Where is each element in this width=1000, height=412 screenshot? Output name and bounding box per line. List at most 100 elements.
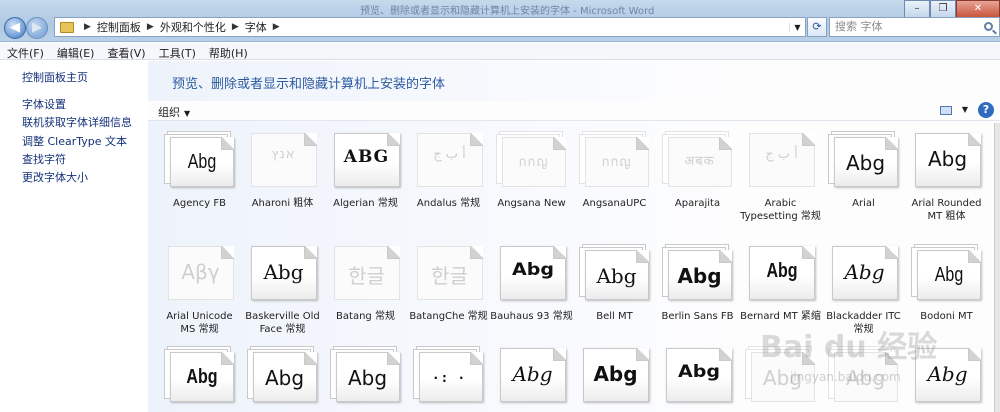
font-grid: Abg Agency FB אנץ Aharoni 粗体 ABG Algeria…: [148, 123, 994, 412]
font-sample: Abg: [264, 366, 305, 390]
menu-help[interactable]: 帮助(H): [202, 43, 254, 60]
menu-edit[interactable]: 编辑(E): [50, 43, 101, 60]
view-dropdown-icon[interactable]: ▼: [962, 105, 968, 114]
font-tile[interactable]: أ ب ج Andalus 常规: [407, 131, 490, 210]
page-title: 预览、删除或者显示和隐藏计算机上安装的字体: [172, 77, 446, 92]
font-tile[interactable]: Abg Bodoni MT: [905, 244, 988, 323]
left-pane: 控制面板主页 字体设置 联机获取字体详细信息 调整 ClearType 文本 查…: [0, 61, 148, 412]
address-bar[interactable]: ▶ 控制面板 ▶ 外观和个性化 ▶ 字体 ▶ ▼: [54, 17, 806, 37]
font-tile[interactable]: Abg Baskerville Old Face 常规: [241, 244, 324, 336]
font-tile[interactable]: Abg: [158, 346, 241, 404]
font-sample: Abg: [347, 366, 388, 390]
back-button[interactable]: ◀: [4, 17, 26, 39]
font-name: Bell MT: [596, 311, 633, 322]
find-character-link[interactable]: 查找字符: [22, 151, 66, 167]
help-icon[interactable]: ?: [978, 102, 994, 118]
font-tile[interactable]: Abg Arial Rounded MT 粗体: [905, 131, 988, 223]
font-name: Andalus 常规: [416, 198, 481, 209]
font-name: Algerian 常规: [333, 198, 398, 209]
breadcrumb-chevron-icon[interactable]: ▶: [267, 22, 286, 32]
minimize-button[interactable]: –: [904, 0, 930, 18]
font-sample: Abg: [593, 362, 638, 386]
breadcrumb-appearance[interactable]: 外观和个性化: [160, 19, 226, 35]
font-tile[interactable]: Abg: [241, 346, 324, 404]
font-tile[interactable]: Abg: [490, 346, 573, 404]
font-settings-link[interactable]: 字体设置: [22, 96, 66, 112]
cleartype-link[interactable]: 调整 ClearType 文本: [22, 133, 127, 149]
forward-button[interactable]: ▶: [26, 17, 48, 39]
font-tile[interactable]: ·: ·: [407, 346, 490, 404]
close-button[interactable]: ✕: [956, 0, 1000, 18]
font-tile[interactable]: Abg: [573, 346, 656, 404]
font-tile[interactable]: Abg Bernard MT 紧缩: [739, 244, 822, 323]
control-panel-home-link[interactable]: 控制面板主页: [22, 69, 88, 85]
font-name: AngsanaUPC: [582, 198, 647, 209]
font-tile[interactable]: אנץ Aharoni 粗体: [241, 131, 324, 210]
font-name: Berlin Sans FB: [661, 311, 734, 322]
breadcrumb-chevron-icon[interactable]: ▶: [226, 22, 245, 32]
menu-view[interactable]: 查看(V): [100, 43, 151, 60]
font-sample: अबक: [684, 154, 715, 169]
font-sample: Abg: [927, 147, 968, 171]
maximize-button[interactable]: ❐: [930, 0, 956, 18]
font-sample: Abg: [511, 260, 554, 280]
online-font-info-link[interactable]: 联机获取字体详细信息: [22, 114, 132, 130]
menu-file[interactable]: 文件(F): [0, 43, 50, 60]
font-name: Arial: [852, 198, 875, 209]
change-font-size-link[interactable]: 更改字体大小: [22, 169, 88, 185]
watermark-url: jingyan.baidu.com: [790, 370, 901, 384]
font-tile[interactable]: Abg: [656, 346, 739, 404]
organize-label: 组织: [158, 106, 180, 119]
menu-tools[interactable]: 工具(T): [152, 43, 202, 60]
font-tile[interactable]: กกญ Angsana New: [490, 131, 573, 210]
command-bar: 组织 ▼ ▼ ?: [148, 101, 1000, 121]
font-sample: กกญ: [601, 155, 632, 170]
font-tile[interactable]: 한글 BatangChe 常规: [407, 244, 490, 323]
font-sample: 한글: [431, 264, 468, 288]
font-tile[interactable]: Abg Arial: [822, 131, 905, 210]
breadcrumb-chevron-icon[interactable]: ▶: [141, 22, 160, 32]
font-tile[interactable]: أ ب ج Arabic Typesetting 常规: [739, 131, 822, 223]
font-name: Arial Rounded MT 粗体: [911, 198, 982, 222]
font-tile[interactable]: Αβγ Arial Unicode MS 常规: [158, 244, 241, 336]
address-dropdown-icon[interactable]: ▼: [789, 22, 805, 32]
font-sample: 한글: [348, 264, 385, 288]
font-name: Baskerville Old Face 常规: [245, 311, 320, 335]
baidu-watermark: Bai du 经验: [760, 330, 938, 365]
font-name: Aharoni 粗体: [251, 198, 314, 209]
folder-icon: [60, 21, 74, 33]
font-sample: ABG: [343, 147, 390, 167]
breadcrumb-chevron-icon[interactable]: ▶: [78, 22, 97, 32]
vertical-scrollbar[interactable]: [994, 123, 1000, 412]
font-tile[interactable]: Abg Bauhaus 93 常规: [490, 244, 573, 323]
font-sample: أ ب ج: [433, 147, 466, 162]
font-sample: Abg: [512, 362, 553, 386]
chevron-down-icon: ▼: [184, 109, 191, 118]
menu-bar: 文件(F) 编辑(E) 查看(V) 工具(T) 帮助(H): [0, 43, 1000, 60]
title-bar: 预览、删除或者显示和隐藏计算机上安装的字体 - Microsoft Word –…: [0, 0, 1000, 42]
font-tile[interactable]: Abg: [324, 346, 407, 404]
search-input[interactable]: 搜索 字体: [829, 17, 1000, 37]
font-name: Aparajita: [674, 198, 721, 209]
font-tile[interactable]: กกญ AngsanaUPC: [573, 131, 656, 210]
font-tile[interactable]: Abg Berlin Sans FB: [656, 244, 739, 323]
font-sample: أ ب ج: [765, 147, 798, 162]
organize-button[interactable]: 组织 ▼: [158, 104, 190, 120]
search-placeholder: 搜索 字体: [835, 20, 883, 33]
font-sample: אנץ: [271, 147, 296, 162]
refresh-button[interactable]: ⟳: [807, 17, 827, 37]
font-sample: Abg: [765, 260, 798, 282]
font-tile[interactable]: ABG Algerian 常规: [324, 131, 407, 210]
font-sample: Abg: [185, 366, 218, 388]
font-name: Arabic Typesetting 常规: [740, 198, 821, 222]
window-controls: – ❐ ✕: [904, 0, 1000, 18]
font-tile[interactable]: अबक Aparajita: [656, 131, 739, 210]
font-tile[interactable]: 한글 Batang 常规: [324, 244, 407, 323]
breadcrumb-control-panel[interactable]: 控制面板: [97, 19, 141, 35]
font-sample: Abg: [263, 260, 304, 284]
breadcrumb-fonts[interactable]: 字体: [245, 19, 267, 35]
search-icon[interactable]: [984, 22, 993, 31]
font-tile[interactable]: Abg Bell MT: [573, 244, 656, 323]
view-icon[interactable]: [940, 106, 952, 115]
font-tile[interactable]: Abg Agency FB: [158, 131, 241, 210]
